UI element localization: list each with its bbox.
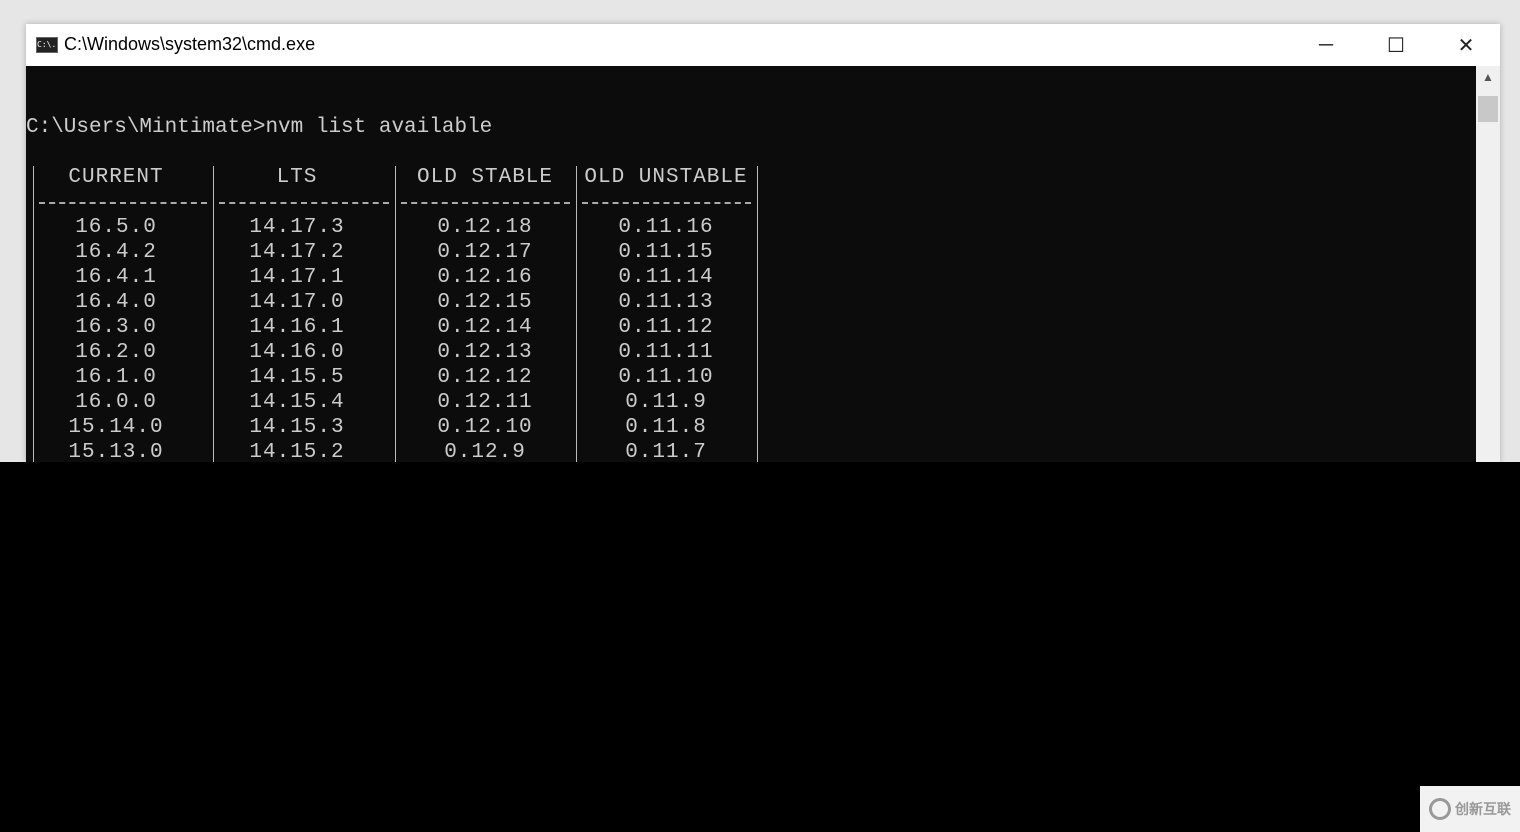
header-separator bbox=[582, 202, 751, 204]
version-cell: 0.11.9 bbox=[625, 391, 707, 414]
version-cell: 0.12.17 bbox=[437, 241, 533, 264]
version-cell: 16.5.0 bbox=[75, 216, 157, 239]
table-border bbox=[757, 166, 758, 462]
version-cell: 14.17.2 bbox=[249, 241, 345, 264]
column-header: OLD STABLE bbox=[416, 166, 554, 189]
minimize-button[interactable]: ─ bbox=[1292, 24, 1360, 66]
column-header: CURRENT bbox=[68, 166, 164, 189]
version-cell: 16.1.0 bbox=[75, 366, 157, 389]
version-cell: 14.15.5 bbox=[249, 366, 345, 389]
version-cell: 16.3.0 bbox=[75, 316, 157, 339]
version-cell: 14.16.0 bbox=[249, 341, 345, 364]
version-cell: 14.15.3 bbox=[249, 416, 345, 439]
version-cell: 14.17.1 bbox=[249, 266, 345, 289]
version-cell: 16.4.1 bbox=[75, 266, 157, 289]
version-cell: 16.4.0 bbox=[75, 291, 157, 314]
column-header: OLD UNSTABLE bbox=[584, 166, 748, 189]
scrollbar-thumb[interactable] bbox=[1478, 96, 1498, 122]
version-cell: 0.12.15 bbox=[437, 291, 533, 314]
close-button[interactable]: ✕ bbox=[1432, 24, 1500, 66]
version-cell: 0.12.10 bbox=[437, 416, 533, 439]
header-separator bbox=[401, 202, 570, 204]
version-cell: 15.13.0 bbox=[68, 441, 164, 462]
cmd-window: C:\. C:\Windows\system32\cmd.exe ─ ☐ ✕ C… bbox=[26, 24, 1500, 462]
prompt-line: C:\Users\Mintimate>nvm list available bbox=[26, 116, 493, 139]
version-cell: 0.11.11 bbox=[618, 341, 714, 364]
scrollbar[interactable]: ▲ bbox=[1476, 66, 1500, 462]
version-cell: 0.12.18 bbox=[437, 216, 533, 239]
version-cell: 16.2.0 bbox=[75, 341, 157, 364]
version-cell: 0.11.12 bbox=[618, 316, 714, 339]
watermark-logo-icon bbox=[1429, 798, 1451, 820]
version-cell: 14.17.0 bbox=[249, 291, 345, 314]
watermark-text: 创新互联 bbox=[1455, 801, 1511, 817]
version-cell: 0.12.12 bbox=[437, 366, 533, 389]
version-cell: 0.11.14 bbox=[618, 266, 714, 289]
table-border bbox=[395, 166, 396, 462]
header-separator bbox=[39, 202, 207, 204]
title-bar[interactable]: C:\. C:\Windows\system32\cmd.exe ─ ☐ ✕ bbox=[26, 24, 1500, 66]
column-header: LTS bbox=[276, 166, 318, 189]
version-cell: 0.11.7 bbox=[625, 441, 707, 462]
maximize-button[interactable]: ☐ bbox=[1362, 24, 1430, 66]
version-cell: 14.15.2 bbox=[249, 441, 345, 462]
version-cell: 0.12.13 bbox=[437, 341, 533, 364]
terminal-output[interactable]: C:\Users\Mintimate>nvm list available CU… bbox=[26, 66, 1476, 462]
version-cell: 0.11.13 bbox=[618, 291, 714, 314]
window-title: C:\Windows\system32\cmd.exe bbox=[64, 34, 316, 54]
version-cell: 0.12.14 bbox=[437, 316, 533, 339]
version-cell: 14.16.1 bbox=[249, 316, 345, 339]
version-cell: 0.11.10 bbox=[618, 366, 714, 389]
version-cell: 0.11.15 bbox=[618, 241, 714, 264]
version-cell: 15.14.0 bbox=[68, 416, 164, 439]
version-cell: 0.12.9 bbox=[444, 441, 526, 462]
version-cell: 0.12.11 bbox=[437, 391, 533, 414]
version-cell: 0.11.16 bbox=[618, 216, 714, 239]
version-cell: 14.17.3 bbox=[249, 216, 345, 239]
version-cell: 14.15.4 bbox=[249, 391, 345, 414]
table-border bbox=[576, 166, 577, 462]
version-cell: 16.4.2 bbox=[75, 241, 157, 264]
cmd-icon: C:\. bbox=[36, 37, 58, 53]
scroll-up-icon[interactable]: ▲ bbox=[1476, 70, 1500, 84]
watermark: 创新互联 bbox=[1420, 786, 1520, 832]
header-separator bbox=[219, 202, 389, 204]
version-cell: 0.12.16 bbox=[437, 266, 533, 289]
version-cell: 0.11.8 bbox=[625, 416, 707, 439]
version-cell: 16.0.0 bbox=[75, 391, 157, 414]
